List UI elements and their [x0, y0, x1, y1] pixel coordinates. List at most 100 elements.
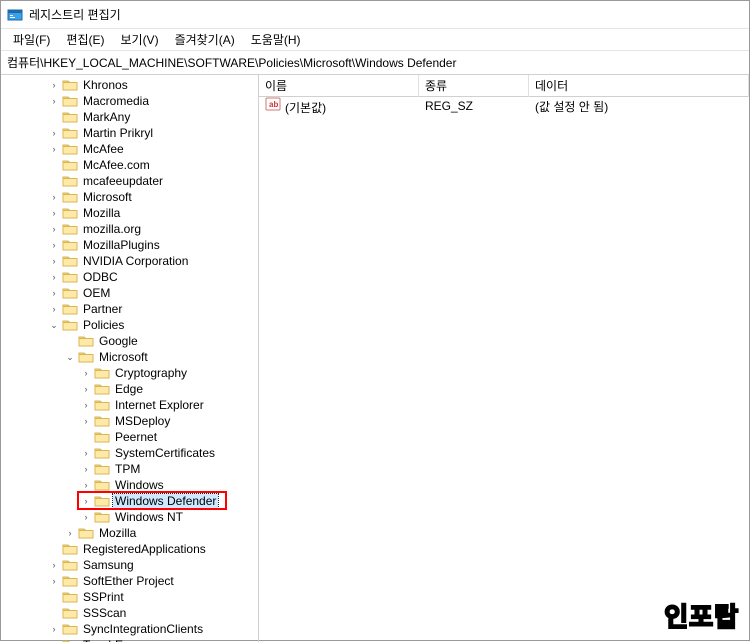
value-row[interactable]: ab(기본값)REG_SZ(값 설정 안 됨) [259, 97, 749, 115]
tree-item-label[interactable]: NVIDIA Corporation [81, 254, 190, 268]
chevron-right-icon[interactable]: › [47, 238, 61, 252]
menu-edit[interactable]: 편집(E) [58, 29, 112, 50]
tree-item-label[interactable]: Google [97, 334, 140, 348]
tree-item-label[interactable]: Samsung [81, 558, 136, 572]
tree-item-label[interactable]: Partner [81, 302, 124, 316]
tree-item[interactable]: ›NVIDIA Corporation [3, 253, 258, 269]
column-data[interactable]: 데이터 [529, 75, 749, 97]
tree-item[interactable]: › SoftEther Project [3, 573, 258, 589]
chevron-right-icon[interactable]: › [47, 270, 61, 284]
menu-help[interactable]: 도움말(H) [243, 29, 309, 50]
tree-item-label[interactable]: SSPrint [81, 590, 126, 604]
tree-item[interactable]: › OEM [3, 285, 258, 301]
chevron-down-icon[interactable]: ⌄ [63, 350, 77, 364]
tree-item-label[interactable]: Internet Explorer [113, 398, 206, 412]
chevron-right-icon[interactable]: › [47, 142, 61, 156]
tree-item-label[interactable]: Microsoft [81, 190, 134, 204]
address-bar[interactable]: 컴퓨터\HKEY_LOCAL_MACHINE\SOFTWARE\Policies… [1, 51, 749, 75]
tree-item-label[interactable]: Martin Prikryl [81, 126, 155, 140]
chevron-right-icon[interactable]: › [79, 398, 93, 412]
tree-item-label[interactable]: TPM [113, 462, 142, 476]
tree-item[interactable]: ›Cryptography [3, 365, 258, 381]
tree-pane[interactable]: › Khronos › Macromedia MarkAny › Martin Prikry… [1, 75, 259, 642]
chevron-right-icon[interactable]: › [47, 190, 61, 204]
tree-item[interactable]: › ODBC [3, 269, 258, 285]
chevron-right-icon[interactable]: › [47, 222, 61, 236]
chevron-right-icon[interactable]: › [47, 206, 61, 220]
tree-item-label[interactable]: Windows NT [113, 510, 185, 524]
chevron-right-icon[interactable]: › [79, 494, 93, 508]
tree-item[interactable]: › MozillaPlugins [3, 237, 258, 253]
tree-item[interactable]: › MSDeploy [3, 413, 258, 429]
menu-view[interactable]: 보기(V) [112, 29, 166, 50]
tree-item-label[interactable]: MSDeploy [113, 414, 172, 428]
tree-item-label[interactable]: MozillaPlugins [81, 238, 162, 252]
tree-item[interactable]: › Samsung [3, 557, 258, 573]
chevron-right-icon[interactable]: › [47, 622, 61, 636]
tree-item-label[interactable]: mozilla.org [81, 222, 143, 236]
chevron-right-icon[interactable]: › [47, 574, 61, 588]
tree-item-label[interactable]: mcafeeupdater [81, 174, 165, 188]
tree-item[interactable]: McAfee.com [3, 157, 258, 173]
tree-item-label[interactable]: Macromedia [81, 94, 151, 108]
chevron-right-icon[interactable]: › [47, 78, 61, 92]
tree-item[interactable]: ›SyncIntegrationClients [3, 621, 258, 637]
menu-file[interactable]: 파일(F) [5, 29, 58, 50]
tree-item[interactable]: › Windows [3, 477, 258, 493]
chevron-right-icon[interactable]: › [47, 558, 61, 572]
tree-item[interactable]: ›TPM [3, 461, 258, 477]
tree-item-label[interactable]: Mozilla [81, 206, 122, 220]
chevron-right-icon[interactable]: › [79, 478, 93, 492]
tree-item[interactable]: ›Partner [3, 301, 258, 317]
tree-item-label[interactable]: Mozilla [97, 526, 138, 540]
tree-item[interactable]: › Windows Defender [3, 493, 258, 509]
tree-item-label[interactable]: SSScan [81, 606, 128, 620]
tree-item[interactable]: ⌄Policies [3, 317, 258, 333]
chevron-right-icon[interactable]: › [47, 94, 61, 108]
tree-item-label[interactable]: Edge [113, 382, 145, 396]
chevron-right-icon[interactable]: › [47, 286, 61, 300]
tree-item[interactable]: SSScan [3, 605, 258, 621]
chevron-right-icon[interactable]: › [47, 638, 61, 642]
chevron-right-icon[interactable]: › [79, 366, 93, 380]
tree-item-label[interactable]: Policies [81, 318, 126, 332]
tree-item[interactable]: › Martin Prikryl [3, 125, 258, 141]
tree-item[interactable]: › Edge [3, 381, 258, 397]
menu-favorites[interactable]: 즐겨찾기(A) [167, 29, 243, 50]
chevron-right-icon[interactable]: › [79, 414, 93, 428]
tree-item[interactable]: › Mozilla [3, 205, 258, 221]
tree-item[interactable]: Google [3, 333, 258, 349]
tree-item-label[interactable]: TouchEn [81, 638, 132, 642]
tree-item-label[interactable]: ODBC [81, 270, 120, 284]
column-name[interactable]: 이름 [259, 75, 419, 97]
tree-item[interactable]: › Mozilla [3, 525, 258, 541]
tree-item[interactable]: RegisteredApplications [3, 541, 258, 557]
tree-item[interactable]: Peernet [3, 429, 258, 445]
chevron-right-icon[interactable]: › [63, 526, 77, 540]
tree-item[interactable]: › Macromedia [3, 93, 258, 109]
tree-item-label[interactable]: Windows Defender [113, 494, 218, 508]
tree-item[interactable]: MarkAny [3, 109, 258, 125]
tree-item-label[interactable]: Microsoft [97, 350, 150, 364]
chevron-right-icon[interactable]: › [79, 382, 93, 396]
tree-item[interactable]: ⌄ Microsoft [3, 349, 258, 365]
tree-item-label[interactable]: MarkAny [81, 110, 132, 124]
tree-item-label[interactable]: McAfee [81, 142, 126, 156]
chevron-right-icon[interactable]: › [79, 510, 93, 524]
tree-item-label[interactable]: SoftEther Project [81, 574, 176, 588]
tree-item[interactable]: › TouchEn [3, 637, 258, 642]
tree-item[interactable]: › Khronos [3, 77, 258, 93]
tree-item[interactable]: › Internet Explorer [3, 397, 258, 413]
tree-item-label[interactable]: Khronos [81, 78, 130, 92]
tree-item-label[interactable]: SystemCertificates [113, 446, 217, 460]
tree-item[interactable]: › Microsoft [3, 189, 258, 205]
tree-item[interactable]: SSPrint [3, 589, 258, 605]
chevron-right-icon[interactable]: › [79, 446, 93, 460]
tree-item[interactable]: › mozilla.org [3, 221, 258, 237]
tree-item[interactable]: › SystemCertificates [3, 445, 258, 461]
tree-item-label[interactable]: Windows [113, 478, 166, 492]
chevron-right-icon[interactable]: › [47, 126, 61, 140]
tree-item[interactable]: › Windows NT [3, 509, 258, 525]
tree-item-label[interactable]: Peernet [113, 430, 159, 444]
tree-item-label[interactable]: OEM [81, 286, 112, 300]
